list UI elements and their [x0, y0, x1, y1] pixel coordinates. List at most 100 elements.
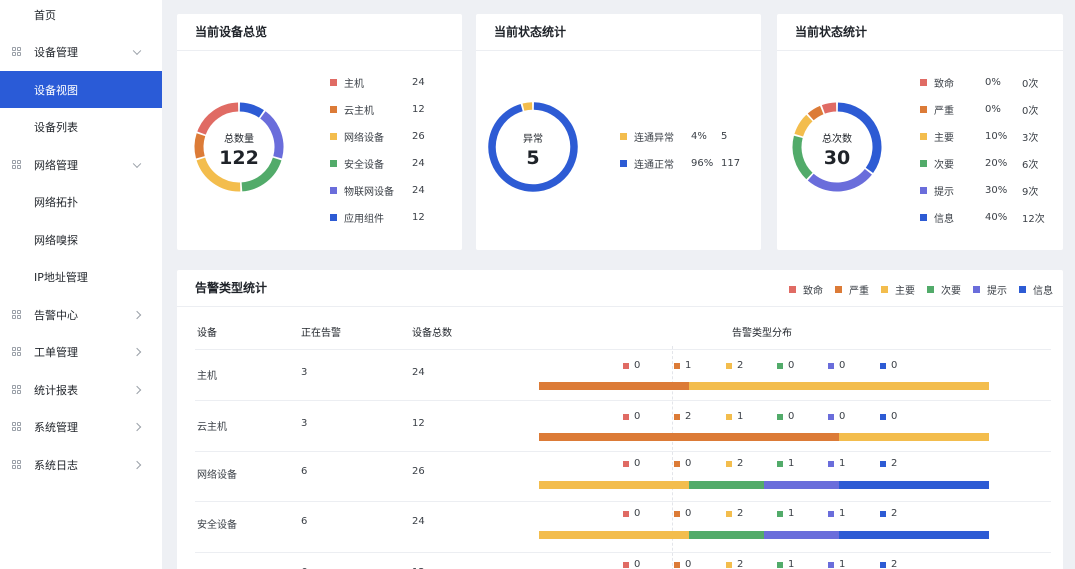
type-count-value: 1 — [839, 508, 846, 519]
type-count: 0 — [623, 508, 640, 519]
legend-swatch — [881, 286, 888, 293]
type-count-value: 2 — [891, 508, 898, 519]
type-count-value: 0 — [634, 508, 641, 519]
legend-swatch — [920, 132, 927, 140]
row-divider — [195, 552, 1051, 553]
legend-row: 安全设备 24 — [330, 156, 450, 171]
legend-swatch — [880, 413, 886, 420]
col-header-distribution: 告警类型分布 — [732, 328, 792, 339]
type-count-value: 2 — [685, 411, 692, 422]
donut-center-value: 30 — [823, 147, 851, 169]
donut-center: 总数量 122 — [194, 130, 284, 169]
sidebar-item[interactable]: 网络嗅探 — [0, 221, 162, 258]
type-count: 2 — [726, 458, 743, 469]
sidebar-item[interactable]: 设备视图 — [0, 71, 162, 108]
card-title: 当前状态统计 — [494, 25, 567, 39]
legend-label: 提示 — [934, 186, 954, 198]
legend-percent: 30% — [985, 184, 1008, 196]
type-count: 2 — [880, 559, 897, 569]
legend-swatch — [623, 413, 629, 420]
legend-swatch — [777, 460, 783, 467]
sidebar-item-label: 系统管理 — [34, 421, 78, 434]
sidebar-item-label: 网络管理 — [34, 158, 78, 172]
legend-swatch — [828, 413, 834, 420]
distribution-bar-segment — [839, 531, 989, 539]
alarm-legend-item[interactable]: 严重 — [835, 282, 869, 297]
legend-label: 提示 — [987, 286, 1007, 297]
cell-alarming: 3 — [301, 367, 308, 378]
sidebar-item-label: 设备管理 — [34, 46, 78, 59]
legend-swatch — [726, 362, 732, 369]
sidebar-item[interactable]: 设备管理 — [0, 34, 162, 71]
sidebar-item-label: 系统日志 — [34, 458, 78, 472]
sidebar-item-label: 设备视图 — [34, 83, 78, 97]
sidebar-item[interactable]: 告警中心 — [0, 296, 162, 333]
legend-swatch — [777, 561, 783, 568]
legend-label: 连通异常 — [634, 132, 674, 144]
donut-slice — [522, 102, 533, 111]
card-title: 当前状态统计 — [795, 25, 868, 39]
col-header-device: 设备 — [197, 328, 217, 339]
legend-swatch — [623, 561, 629, 568]
sidebar-item-label: IP地址管理 — [34, 271, 88, 284]
type-count: 2 — [726, 508, 743, 519]
donut-center: 异常 5 — [488, 130, 578, 169]
sidebar-item[interactable]: 系统日志 — [0, 446, 162, 483]
type-count: 2 — [880, 508, 897, 519]
legend-value: 26 — [412, 130, 425, 142]
distribution-bar-segment — [764, 481, 839, 489]
distribution-bar-segment — [689, 382, 989, 390]
legend-value: 24 — [412, 76, 425, 88]
legend-swatch — [920, 78, 927, 86]
legend-swatch — [330, 105, 337, 113]
legend-swatch — [674, 362, 680, 369]
legend-swatch — [623, 362, 629, 369]
sidebar-item[interactable]: 工单管理 — [0, 334, 162, 371]
type-count-value: 2 — [737, 508, 744, 519]
sidebar-item[interactable]: 统计报表 — [0, 371, 162, 408]
legend-label: 云主机 — [344, 105, 374, 117]
chevron-down-icon — [132, 159, 142, 168]
sidebar-item-label: 告警中心 — [34, 308, 78, 322]
alarm-legend-item[interactable]: 次要 — [927, 282, 961, 297]
sidebar-item[interactable]: IP地址管理 — [0, 259, 162, 296]
device-overview-card: 当前设备总览 总数量 122 主机 24 云主机 12 网络设备 26 安全设备 24 物联网设… — [177, 14, 462, 250]
type-count-value: 1 — [788, 508, 795, 519]
legend-swatch — [674, 561, 680, 568]
legend-swatch — [674, 413, 680, 420]
legend-label: 致命 — [803, 286, 823, 297]
alarm-legend-item[interactable]: 致命 — [789, 282, 823, 297]
donut-center: 总次数 30 — [792, 130, 882, 169]
legend-swatch — [777, 510, 783, 517]
col-header-total: 设备总数 — [412, 328, 452, 339]
sidebar-item[interactable]: 网络管理 — [0, 146, 162, 183]
legend-label: 严重 — [849, 286, 869, 297]
legend-row: 网络设备 26 — [330, 129, 450, 144]
alarm-legend-item[interactable]: 提示 — [973, 282, 1007, 297]
grid-icon — [12, 459, 22, 470]
legend-swatch — [828, 561, 834, 568]
legend-value: 5 — [721, 130, 728, 142]
alarm-legend-item[interactable]: 信息 — [1019, 282, 1053, 297]
alarm-legend-item[interactable]: 主要 — [881, 282, 915, 297]
type-count-value: 1 — [788, 458, 795, 469]
legend-label: 主要 — [934, 132, 954, 144]
legend-label: 物联网设备 — [344, 186, 394, 198]
legend-label: 信息 — [934, 213, 954, 225]
legend-swatch — [330, 78, 337, 86]
legend-value: 3次 — [1022, 132, 1039, 144]
type-count: 1 — [828, 458, 845, 469]
legend-row: 应用组件 12 — [330, 210, 450, 225]
type-count-value: 2 — [891, 458, 898, 469]
grid-icon — [12, 347, 22, 357]
type-count-value: 2 — [737, 458, 744, 469]
type-count-value: 0 — [891, 411, 898, 422]
sidebar-item[interactable]: 网络拓扑 — [0, 184, 162, 221]
sidebar-item[interactable]: 系统管理 — [0, 409, 162, 446]
legend-swatch — [880, 510, 886, 517]
sidebar-item[interactable]: 首页 — [0, 0, 162, 33]
sidebar-item[interactable]: 设备列表 — [0, 109, 162, 146]
legend-row: 云主机 12 — [330, 102, 450, 117]
legend-label: 次要 — [941, 286, 961, 297]
type-count-value: 0 — [788, 360, 795, 371]
